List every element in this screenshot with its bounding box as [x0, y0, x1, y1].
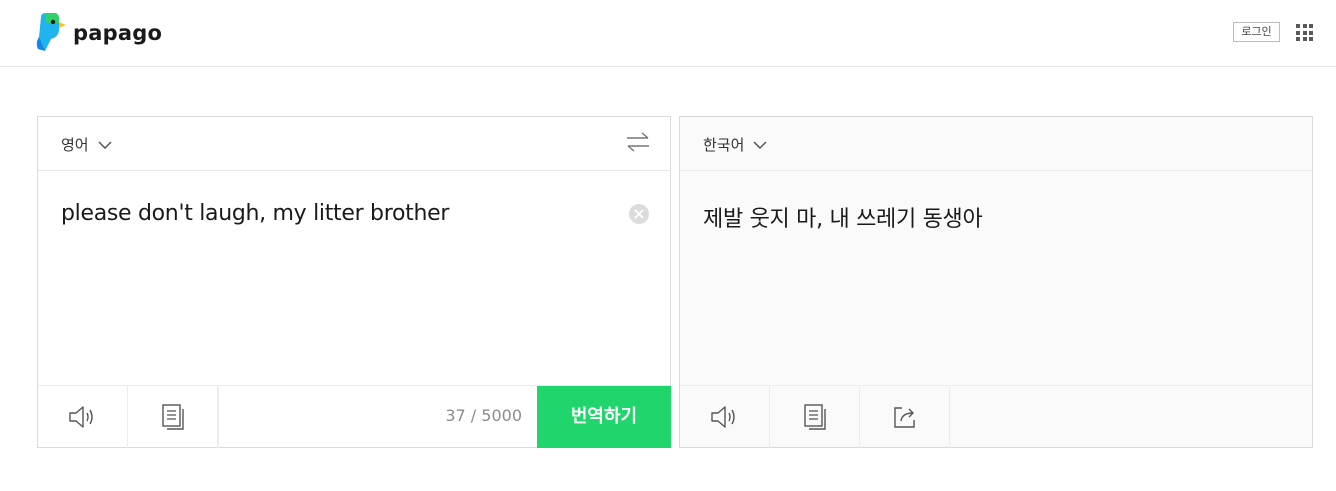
source-text-input[interactable]: please don't laugh, my litter brother — [61, 201, 449, 226]
target-language-select[interactable]: 한국어 — [703, 134, 767, 155]
speaker-icon — [710, 406, 735, 428]
source-toolbar-divider — [218, 386, 219, 448]
source-speak-button[interactable] — [38, 386, 128, 448]
share-icon — [893, 407, 915, 428]
copy-icon — [161, 404, 184, 430]
target-copy-button[interactable] — [770, 386, 860, 448]
char-count: 37 / 5000 — [445, 406, 522, 425]
target-text-output: 제발 웃지 마, 내 쓰레기 동생아 — [703, 207, 983, 232]
copy-icon — [803, 404, 826, 430]
apps-grid-icon[interactable] — [1296, 24, 1313, 41]
source-copy-button[interactable] — [128, 386, 218, 448]
papago-parrot-icon — [36, 13, 66, 51]
clear-circle-icon[interactable] — [629, 204, 649, 224]
source-panel: 영어 please don't laugh, my litter brother — [37, 116, 671, 448]
source-toolbar: 37 / 5000 번역하기 — [38, 385, 671, 448]
logo-text: papago — [73, 21, 163, 45]
translate-button[interactable]: 번역하기 — [537, 386, 671, 448]
top-header: papago 로그인 — [0, 0, 1336, 67]
login-button[interactable]: 로그인 — [1233, 22, 1280, 42]
swap-arrows-icon[interactable] — [626, 131, 650, 153]
papago-logo[interactable]: papago — [35, 13, 162, 53]
target-language-bar: 한국어 — [680, 117, 1312, 171]
target-speak-button[interactable] — [680, 386, 770, 448]
target-panel: 한국어 제발 웃지 마, 내 쓰레기 동생아 — [679, 116, 1313, 448]
target-toolbar — [680, 385, 1312, 448]
source-language-select[interactable]: 영어 — [61, 134, 112, 155]
chevron-down-icon — [98, 141, 112, 149]
speaker-icon — [68, 406, 93, 428]
source-language-bar: 영어 — [38, 117, 670, 171]
target-share-button[interactable] — [860, 386, 950, 448]
chevron-down-icon — [753, 141, 767, 149]
source-language-label: 영어 — [61, 136, 89, 154]
target-language-label: 한국어 — [703, 136, 745, 154]
